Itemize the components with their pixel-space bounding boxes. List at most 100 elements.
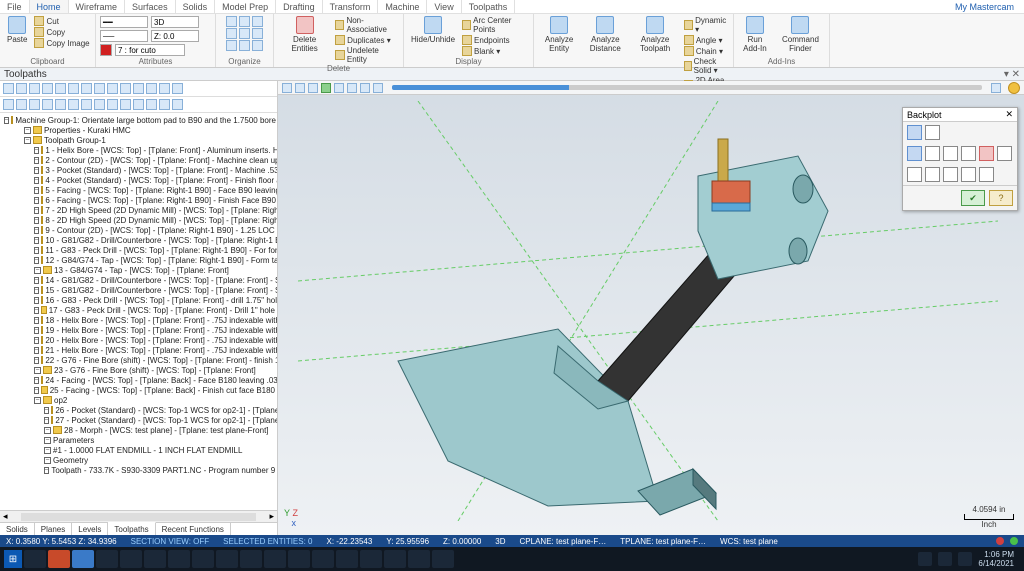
task-icon[interactable] <box>336 550 358 568</box>
tp-toolbar-icon[interactable] <box>29 99 40 110</box>
bp-option-icon[interactable] <box>907 146 922 161</box>
tp-toolbar-icon[interactable] <box>81 83 92 94</box>
task-icon[interactable] <box>264 550 286 568</box>
backplot-help-button[interactable]: ? <box>989 190 1013 206</box>
panel-tab-recent functions[interactable]: Recent Functions <box>156 523 231 535</box>
warning-lamp-icon[interactable] <box>1008 82 1020 94</box>
task-icon[interactable] <box>48 550 70 568</box>
h-scrollbar[interactable]: ◂▸ <box>0 510 277 522</box>
tree-item[interactable]: –26 - Pocket (Standard) - [WCS: Top-1 WC… <box>4 405 275 415</box>
tree-item[interactable]: –op2 <box>4 395 275 405</box>
panel-tab-planes[interactable]: Planes <box>35 523 72 535</box>
bp-option-icon[interactable] <box>961 146 976 161</box>
tp-toolbar-icon[interactable] <box>68 83 79 94</box>
tree-item[interactable]: –10 - G81/G82 - Drill/Counterbore - [WCS… <box>4 235 275 245</box>
tp-toolbar-icon[interactable] <box>172 99 183 110</box>
tree-item[interactable]: –Properties - Kuraki HMC <box>4 125 275 135</box>
fwd-end-icon[interactable] <box>360 83 370 93</box>
tp-toolbar-icon[interactable] <box>3 99 14 110</box>
bp-option-icon[interactable] <box>925 167 940 182</box>
playback-slider[interactable] <box>392 85 982 90</box>
menu-tab-file[interactable]: File <box>0 0 30 13</box>
menu-tab-surfaces[interactable]: Surfaces <box>125 0 176 13</box>
paste-button[interactable]: Paste <box>4 16 30 44</box>
tree-item[interactable]: –17 - G83 - Peck Drill - [WCS: Top] - [T… <box>4 305 275 315</box>
ribbon-item[interactable]: Duplicates ▾ <box>335 35 399 45</box>
tree-item[interactable]: –6 - Facing - [WCS: Top] - [Tplane: Righ… <box>4 195 275 205</box>
ribbon-item[interactable]: Non-Associative <box>335 16 399 34</box>
tp-toolbar-icon[interactable] <box>120 83 131 94</box>
play-icon[interactable] <box>321 83 331 93</box>
linestyle-dd[interactable]: ━━ <box>100 16 148 28</box>
panel-tab-solids[interactable]: Solids <box>0 523 35 535</box>
step-back-icon[interactable] <box>295 83 305 93</box>
tree-item[interactable]: –13 - G84/G74 - Tap - [WCS: Top] - [Tpla… <box>4 265 275 275</box>
tp-toolbar-icon[interactable] <box>159 99 170 110</box>
tp-toolbar-icon[interactable] <box>133 99 144 110</box>
color-dd[interactable] <box>100 44 112 56</box>
tree-item[interactable]: –11 - G83 - Peck Drill - [WCS: Top] - [T… <box>4 245 275 255</box>
tree-item[interactable]: –21 - Helix Bore - [WCS: Top] - [Tplane:… <box>4 345 275 355</box>
section-view-status[interactable]: SECTION VIEW: OFF <box>131 537 210 546</box>
menu-tab-machine[interactable]: Machine <box>378 0 427 13</box>
ribbon-item[interactable]: Copy <box>34 27 89 37</box>
menu-tab-model prep[interactable]: Model Prep <box>215 0 276 13</box>
ribbon-item[interactable]: Chain ▾ <box>684 46 729 56</box>
task-icon[interactable] <box>384 550 406 568</box>
tp-toolbar-icon[interactable] <box>68 99 79 110</box>
tp-toolbar-icon[interactable] <box>55 99 66 110</box>
tree-item[interactable]: –8 - 2D High Speed (2D Dynamic Mill) - [… <box>4 215 275 225</box>
menu-tab-view[interactable]: View <box>427 0 461 13</box>
tp-toolbar-icon[interactable] <box>172 83 183 94</box>
ribbon-button[interactable]: Analyze Entity <box>538 16 580 53</box>
menu-tab-solids[interactable]: Solids <box>176 0 216 13</box>
org-icon[interactable] <box>239 16 250 27</box>
tp-toolbar-icon[interactable] <box>42 99 53 110</box>
ribbon-button[interactable]: Run Add-In <box>738 16 772 53</box>
tree-item[interactable]: –Toolpath Group-1 <box>4 135 275 145</box>
task-icon[interactable] <box>288 550 310 568</box>
tray-icon[interactable] <box>918 552 932 566</box>
delete-entities-button[interactable]: Delete Entities <box>278 16 331 53</box>
bp-option-icon[interactable] <box>979 167 994 182</box>
tree-item[interactable]: –2 - Contour (2D) - [WCS: Top] - [Tplane… <box>4 155 275 165</box>
panel-tab-toolpaths[interactable]: Toolpaths <box>108 522 155 535</box>
tree-item[interactable]: –19 - Helix Bore - [WCS: Top] - [Tplane:… <box>4 325 275 335</box>
ribbon-item[interactable]: Cut <box>34 16 89 26</box>
mode-dd[interactable]: 3D <box>151 16 199 28</box>
tree-item[interactable]: –Toolpath - 733.7K - S930-3309 PART1.NC … <box>4 465 275 475</box>
org-icon[interactable] <box>252 16 263 27</box>
tp-toolbar-icon[interactable] <box>146 99 157 110</box>
my-mastercam-link[interactable]: My Mastercam <box>955 2 1024 12</box>
ribbon-item[interactable]: Check Solid ▾ <box>684 57 729 75</box>
backplot-ok-button[interactable]: ✔ <box>961 190 985 206</box>
tree-item[interactable]: –12 - G84/G74 - Tap - [WCS: Top] - [Tpla… <box>4 255 275 265</box>
org-icon[interactable] <box>239 28 250 39</box>
tree-item[interactable]: –20 - Helix Bore - [WCS: Top] - [Tplane:… <box>4 335 275 345</box>
menu-tab-transform[interactable]: Transform <box>323 0 379 13</box>
tree-item[interactable]: –28 - Morph - [WCS: test plane] - [Tplan… <box>4 425 275 435</box>
tp-toolbar-icon[interactable] <box>120 99 131 110</box>
tp-toolbar-icon[interactable] <box>146 83 157 94</box>
tree-item[interactable]: –1 - Helix Bore - [WCS: Top] - [Tplane: … <box>4 145 275 155</box>
tree-item[interactable]: –23 - G76 - Fine Bore (shift) - [WCS: To… <box>4 365 275 375</box>
ribbon-item[interactable]: Copy Image <box>34 38 89 48</box>
operations-tree[interactable]: –Machine Group-1: Orientate large bottom… <box>0 113 277 510</box>
task-icon[interactable] <box>72 550 94 568</box>
tree-item[interactable]: –4 - Pocket (Standard) - [WCS: Top] - [T… <box>4 175 275 185</box>
system-tray[interactable]: 1:06 PM 6/14/2021 <box>918 550 1020 568</box>
tree-item[interactable]: –22 - G76 - Fine Bore (shift) - [WCS: To… <box>4 355 275 365</box>
ribbon-item[interactable]: Endpoints <box>462 35 529 45</box>
tree-item[interactable]: –3 - Pocket (Standard) - [WCS: Top] - [T… <box>4 165 275 175</box>
tp-toolbar-icon[interactable] <box>81 99 92 110</box>
tree-item[interactable]: –14 - G81/G82 - Drill/Counterbore - [WCS… <box>4 275 275 285</box>
tree-item[interactable]: –Machine Group-1: Orientate large bottom… <box>4 115 275 125</box>
tree-item[interactable]: –24 - Facing - [WCS: Top] - [Tplane: Bac… <box>4 375 275 385</box>
layer-dd[interactable]: 7 : for cuto <box>115 44 185 56</box>
task-icon[interactable] <box>408 550 430 568</box>
tp-toolbar-icon[interactable] <box>94 83 105 94</box>
tp-toolbar-icon[interactable] <box>16 83 27 94</box>
tree-item[interactable]: –Parameters <box>4 435 275 445</box>
task-icon[interactable] <box>432 550 454 568</box>
z-dd[interactable]: Z: 0.0 <box>151 30 199 42</box>
